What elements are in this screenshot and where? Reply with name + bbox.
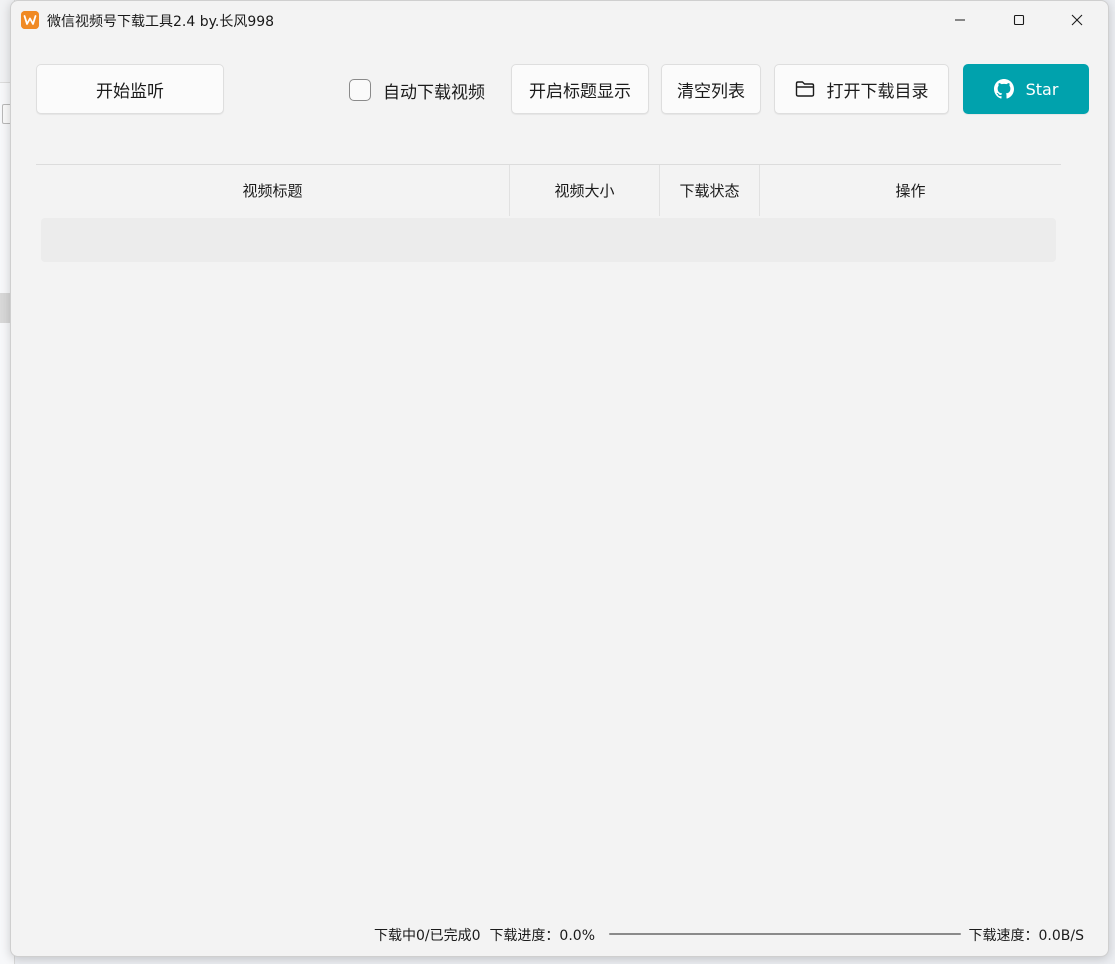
maximize-button[interactable] (990, 1, 1048, 39)
start-listen-label: 开始监听 (96, 81, 164, 102)
open-download-dir-label: 打开下载目录 (826, 81, 929, 102)
github-star-button[interactable]: Star (963, 64, 1089, 114)
download-progress-text: 下载进度：0.0% (489, 928, 596, 944)
column-header-actions[interactable]: 操作 (760, 165, 1061, 216)
download-speed-text: 下载速度：0.0B/S (968, 928, 1084, 944)
auto-download-checkbox[interactable] (349, 79, 371, 101)
column-header-size[interactable]: 视频大小 (510, 165, 660, 216)
table-row-placeholder (41, 218, 1056, 262)
clear-list-button[interactable]: 清空列表 (661, 64, 761, 114)
download-counts: 下载中0/已完成0 (374, 928, 481, 944)
column-header-title[interactable]: 视频标题 (36, 165, 510, 216)
app-logo-icon (21, 11, 39, 29)
folder-icon (795, 80, 815, 98)
table-header: 视频标题 视频大小 下载状态 操作 (36, 164, 1061, 216)
minimize-button[interactable] (931, 1, 989, 39)
github-star-label: Star (1025, 79, 1059, 99)
auto-download-label: 自动下载视频 (383, 82, 485, 103)
close-button[interactable] (1048, 1, 1106, 39)
minimize-icon (955, 19, 965, 21)
open-download-dir-button[interactable]: 打开下载目录 (774, 64, 949, 114)
github-icon (993, 79, 1014, 99)
column-header-status[interactable]: 下载状态 (660, 165, 760, 216)
close-icon (1071, 14, 1083, 26)
title-display-label: 开启标题显示 (529, 81, 631, 102)
start-listen-button[interactable]: 开始监听 (36, 64, 224, 114)
status-progress-text: 下载中0/已完成0 下载进度：0.0% (374, 925, 595, 945)
title-bar[interactable]: 微信视频号下载工具2.4 by.长风998 (11, 1, 1108, 39)
clear-list-label: 清空列表 (677, 81, 745, 102)
window-title: 微信视频号下载工具2.4 by.长风998 (47, 14, 275, 30)
app-window: 微信视频号下载工具2.4 by.长风998 开始监听 自动下载视频 开启标题显示 (10, 0, 1109, 957)
download-progress-bar (609, 933, 961, 935)
auto-download-toggle[interactable]: 自动下载视频 (349, 75, 485, 105)
maximize-icon (1013, 14, 1025, 26)
title-display-button[interactable]: 开启标题显示 (511, 64, 649, 114)
video-table: 视频标题 视频大小 下载状态 操作 (36, 164, 1061, 262)
status-bar: 下载中0/已完成0 下载进度：0.0% 下载速度：0.0B/S (11, 923, 1108, 947)
